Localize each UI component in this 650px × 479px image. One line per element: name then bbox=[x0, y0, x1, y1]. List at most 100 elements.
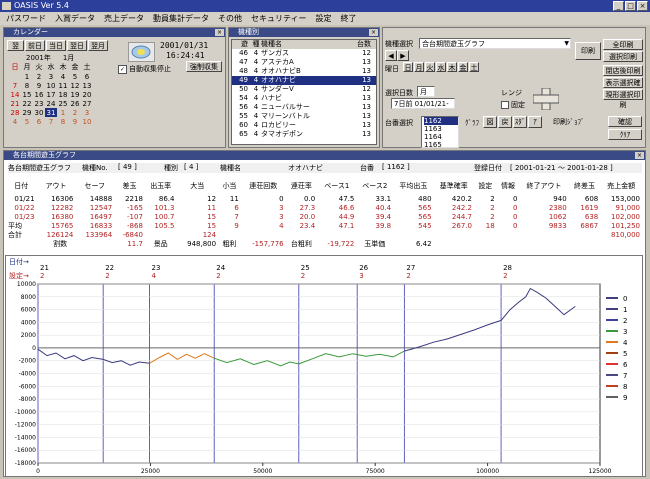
calendar-day[interactable]: 1 bbox=[57, 108, 69, 117]
col-header[interactable]: 台数 bbox=[357, 40, 371, 49]
calendar-day[interactable]: 5 bbox=[69, 72, 81, 81]
column-header[interactable]: 終差玉 bbox=[569, 177, 601, 195]
force-collect-button[interactable]: 強制収集 bbox=[186, 61, 222, 72]
calendar-prev-month-button[interactable]: 翌 bbox=[7, 40, 24, 51]
calendar-day[interactable]: 3 bbox=[81, 108, 93, 117]
calendar-day[interactable]: 7 bbox=[9, 81, 21, 90]
print-after-close-button[interactable]: 閉店後印刷 bbox=[603, 65, 643, 76]
graph-button[interactable]: ｱ bbox=[528, 116, 542, 128]
calendar-day[interactable]: 20 bbox=[81, 90, 93, 99]
column-header[interactable]: ベース2 bbox=[356, 177, 393, 195]
column-header[interactable]: 情報 bbox=[497, 177, 520, 195]
close-button[interactable]: × bbox=[637, 1, 648, 11]
col-header[interactable]: 機種名 bbox=[261, 40, 357, 49]
calendar-day[interactable]: 9 bbox=[33, 81, 45, 90]
calendar-day[interactable]: 8 bbox=[21, 81, 33, 90]
print-confirm-button[interactable]: 確認 bbox=[608, 116, 642, 127]
day-button-wed[interactable]: 水 bbox=[436, 62, 446, 72]
machine-number-item[interactable]: 1163 bbox=[424, 125, 458, 133]
menu-prize-data[interactable]: 入賞データ bbox=[55, 12, 95, 25]
calendar-day[interactable]: 3 bbox=[45, 72, 57, 81]
machine-list-item[interactable]: 46 4 ザンガス 12 bbox=[232, 49, 376, 58]
graph-button[interactable]: 図 bbox=[483, 116, 497, 128]
calendar-day[interactable]: 5 bbox=[21, 117, 33, 126]
calendar-day[interactable]: 16 bbox=[33, 90, 45, 99]
column-header[interactable]: 大当 bbox=[176, 177, 218, 195]
calendar-next-day-button[interactable]: 翌日 bbox=[67, 40, 87, 51]
machine-list[interactable]: 遊 種 機種名 台数 46 4 ザンガス 12 47 4 アステカA 13 48 4 オオハナビB 1… bbox=[231, 39, 377, 145]
machine-number-item[interactable]: 1164 bbox=[424, 133, 458, 141]
calendar-day[interactable]: 9 bbox=[69, 117, 81, 126]
machine-list-item[interactable]: 56 4 ニューバルサー 13 bbox=[232, 103, 376, 112]
menu-security[interactable]: セキュリティー bbox=[251, 12, 307, 25]
column-header[interactable]: 連荘率 bbox=[286, 177, 318, 195]
calendar-day[interactable]: 29 bbox=[21, 108, 33, 117]
calendar-day[interactable]: 31 bbox=[45, 108, 57, 117]
machine-list-item[interactable]: 55 4 マリーンバトル 13 bbox=[232, 112, 376, 121]
machine-list-item[interactable]: 50 4 サンダーV 12 bbox=[232, 85, 376, 94]
column-header[interactable]: ベース1 bbox=[317, 177, 356, 195]
calendar-day[interactable]: 24 bbox=[45, 99, 57, 108]
checkbox-icon[interactable] bbox=[501, 101, 509, 109]
calendar-day[interactable] bbox=[9, 72, 21, 81]
minimize-button[interactable]: _ bbox=[613, 1, 624, 11]
calendar-day[interactable]: 11 bbox=[57, 81, 69, 90]
menu-sales-data[interactable]: 売上データ bbox=[104, 12, 144, 25]
menu-attendance-data[interactable]: 動員集計データ bbox=[153, 12, 209, 25]
calendar-day[interactable]: 15 bbox=[21, 90, 33, 99]
day-button-sun[interactable]: 日 bbox=[403, 62, 413, 72]
menu-other[interactable]: その他 bbox=[218, 12, 242, 25]
auto-collect-checkbox[interactable]: ✓ 自動収集停止 bbox=[118, 64, 171, 74]
column-header[interactable]: 日付 bbox=[6, 177, 37, 195]
table-row[interactable]: 01/22 12282 12547 -165 101.3 11 6 3 27.3 46.6 40.4… bbox=[6, 204, 642, 213]
calendar-day[interactable]: 25 bbox=[57, 99, 69, 108]
calendar-day[interactable]: 10 bbox=[45, 81, 57, 90]
graph-type-select[interactable]: 合台期間遊玉グラフ ▼ bbox=[419, 38, 571, 49]
calendar-day[interactable]: 4 bbox=[9, 117, 21, 126]
calendar-day[interactable]: 21 bbox=[9, 99, 21, 108]
column-header[interactable]: 設定 bbox=[474, 177, 497, 195]
machine-list-item[interactable]: 60 4 ロカビリー 13 bbox=[232, 121, 376, 130]
calendar-day[interactable]: 13 bbox=[81, 81, 93, 90]
col-header[interactable]: 遊 bbox=[232, 40, 251, 49]
calendar-day[interactable]: 18 bbox=[57, 90, 69, 99]
next-arrow-button[interactable]: ▶ bbox=[397, 50, 409, 61]
calendar-day[interactable]: 1 bbox=[21, 72, 33, 81]
day-button-fri[interactable]: 金 bbox=[458, 62, 468, 72]
machine-number-list[interactable]: 1162 1163 1164 1165 bbox=[421, 116, 459, 149]
calendar-day[interactable]: 8 bbox=[57, 117, 69, 126]
column-header[interactable]: 出玉率 bbox=[145, 177, 177, 195]
calendar-day[interactable]: 23 bbox=[33, 99, 45, 108]
graph-button[interactable]: ｽﾀﾞ bbox=[513, 116, 527, 128]
calendar-day[interactable]: 27 bbox=[81, 99, 93, 108]
calendar-day[interactable]: 2 bbox=[33, 72, 45, 81]
machine-list-item[interactable]: 49 4 オオハナビ 13 bbox=[232, 76, 376, 85]
table-row[interactable]: 01/21 16306 14888 2218 86.4 12 11 0 0.0 47.5 33.1 4… bbox=[6, 195, 642, 204]
checkbox-checked-icon[interactable]: ✓ bbox=[118, 64, 127, 74]
calendar-day[interactable]: 22 bbox=[21, 99, 33, 108]
column-header[interactable]: セーフ bbox=[75, 177, 114, 195]
calendar-day[interactable]: 6 bbox=[33, 117, 45, 126]
column-header[interactable]: 平均出玉 bbox=[393, 177, 433, 195]
calendar-day[interactable]: 14 bbox=[9, 90, 21, 99]
date-range-field[interactable]: 7日前 01/01/21- bbox=[391, 98, 455, 109]
calendar-prev-day-button[interactable]: 前日 bbox=[25, 40, 45, 51]
table-row[interactable]: 01/23 16380 16497 -107 100.7 15 7 3 20.0 44.9 39.4… bbox=[6, 213, 642, 222]
machine-list-item[interactable]: 47 4 アステカA 13 bbox=[232, 58, 376, 67]
calendar-day[interactable]: 4 bbox=[57, 72, 69, 81]
close-icon[interactable]: × bbox=[215, 29, 224, 36]
column-header[interactable]: アウト bbox=[37, 177, 76, 195]
day-button-mon[interactable]: 月 bbox=[414, 62, 424, 72]
machine-number-item[interactable]: 1162 bbox=[424, 117, 458, 125]
menu-exit[interactable]: 終了 bbox=[341, 12, 357, 25]
close-icon[interactable]: × bbox=[635, 152, 644, 159]
fixed-checkbox[interactable]: 固定 bbox=[501, 100, 525, 110]
calendar-day[interactable]: 30 bbox=[33, 108, 45, 117]
calendar-day[interactable]: 7 bbox=[45, 117, 57, 126]
calendar-day[interactable]: 26 bbox=[69, 99, 81, 108]
graph-button[interactable]: 戻 bbox=[498, 116, 512, 128]
calendar-day[interactable]: 17 bbox=[45, 90, 57, 99]
calendar-day[interactable]: 28 bbox=[9, 108, 21, 117]
direction-pad-icon[interactable] bbox=[532, 87, 560, 111]
day-button-sat[interactable]: 土 bbox=[469, 62, 479, 72]
